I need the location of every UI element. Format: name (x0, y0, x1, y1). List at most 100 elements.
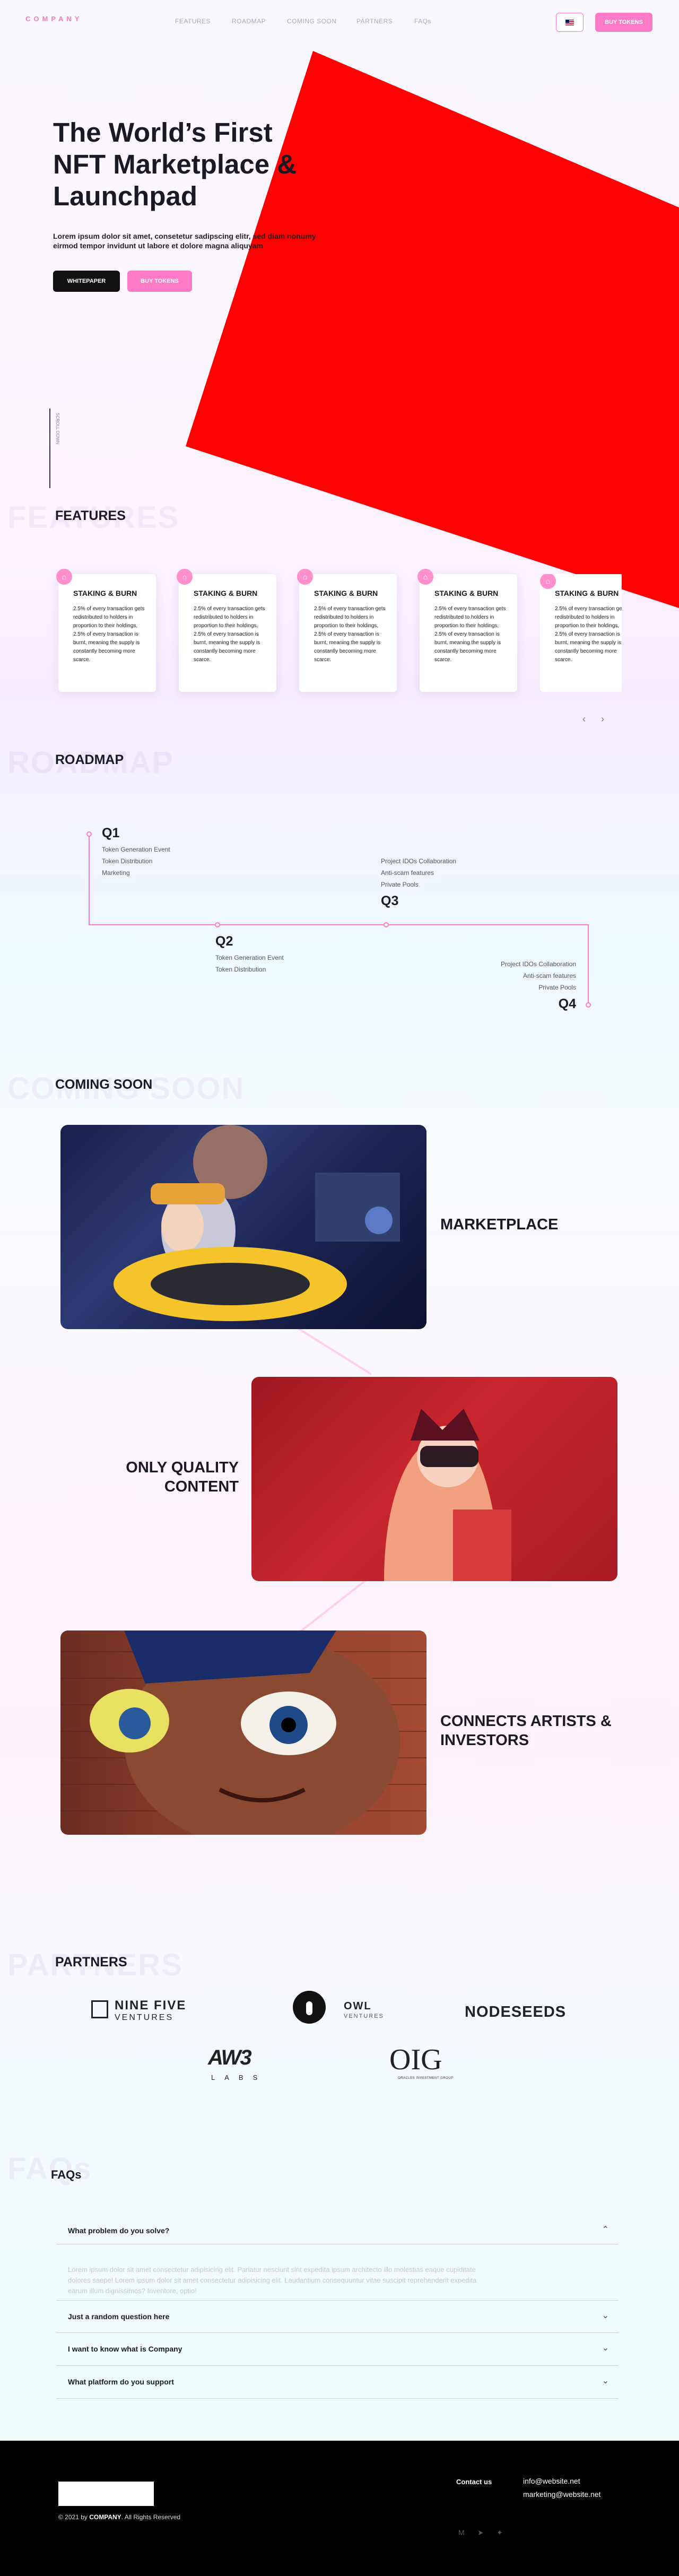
nav-faqs[interactable]: FAQs (414, 18, 431, 25)
feature-card-title: STAKING & BURN (73, 589, 137, 597)
language-button[interactable] (556, 13, 584, 32)
hero-subtitle-line-1: Lorem ipsum dolor sit amet, consetetur s… (53, 232, 316, 240)
hero-subtitle: Lorem ipsum dolor sit amet, consetetur s… (53, 231, 329, 250)
nav-features[interactable]: FEATURES (175, 18, 211, 25)
roadmap-q4-items: Project IDOs Collaboration Anti-scam fea… (414, 958, 576, 993)
partner-logo-nine-five[interactable]: NINE FIVE VENTURES (91, 1998, 224, 2027)
partner-name: NINE FIVE (115, 1998, 187, 2013)
roadmap-line (89, 924, 589, 925)
feature-icon: ⌂ (56, 569, 72, 585)
feature-card-title: STAKING & BURN (434, 589, 499, 597)
email-marketing-link[interactable]: marketing@website.net (523, 2490, 601, 2499)
marketplace-label-line: MARKETPLACE (440, 1216, 559, 1233)
faq-question: What problem do you solve? (68, 2226, 170, 2235)
roadmap-q1-items: Token Generation Event Token Distributio… (102, 844, 170, 879)
chevron-down-icon[interactable]: ⌄ (602, 2310, 609, 2321)
faq-item[interactable]: I want to know what is Company ⌄ (56, 2333, 619, 2366)
email-info-link[interactable]: info@website.net (523, 2477, 580, 2485)
feature-card-text: 2.5% of every transaction gets redistrib… (194, 606, 265, 663)
roadmap-item: Anti-scam features (523, 972, 576, 979)
faq-item[interactable]: What platform do you support ⌄ (56, 2366, 619, 2399)
faq-answer-line: dolores saepe! Lorem ipsum dolor sit ame… (68, 2276, 477, 2284)
partner-logo-nodeseeds[interactable]: NODESEEDS (465, 2003, 566, 2021)
hero-title: The World’s First NFT Marketplace & Laun… (53, 117, 350, 212)
partner-subname: VENTURES (344, 2013, 384, 2019)
quality-content-illustration (384, 1409, 511, 1581)
roadmap-dot (86, 831, 92, 837)
footer-logo[interactable] (58, 2482, 154, 2506)
roadmap-line (89, 834, 90, 925)
twitter-icon[interactable]: ✦ (497, 2528, 503, 2537)
roadmap-q4-label: Q4 (558, 996, 576, 1011)
medium-icon[interactable]: M (458, 2528, 465, 2537)
feature-card: ⌂ STAKING & BURN 2.5% of every transacti… (540, 574, 622, 692)
feature-card-text: 2.5% of every transaction gets redistrib… (73, 606, 145, 663)
feature-card-text: 2.5% of every transaction gets redistrib… (434, 606, 506, 663)
feature-icon: ⌂ (540, 574, 556, 589)
roadmap-item: Project IDOs Collaboration (381, 857, 457, 865)
chevron-up-icon[interactable]: ⌃ (602, 2224, 609, 2235)
whitepaper-button[interactable]: WHITEPAPER (53, 271, 120, 292)
artists-investors-label-line-2: INVESTORS (440, 1732, 529, 1749)
nav-roadmap[interactable]: ROADMAP (232, 18, 266, 25)
roadmap-q3-label: Q3 (381, 894, 399, 908)
roadmap-title: ROADMAP (55, 752, 124, 767)
buy-tokens-hero-button[interactable]: BUY TOKENS (127, 271, 192, 292)
hero-title-line-1: The World’s First (53, 117, 273, 148)
faq-item[interactable]: What problem do you solve? ⌃ (56, 2218, 619, 2244)
quality-content-image (251, 1377, 617, 1581)
feature-card: ⌂ STAKING & BURN 2.5% of every transacti… (56, 569, 156, 692)
buy-tokens-header-button[interactable]: BUY TOKENS (595, 13, 652, 32)
nav-coming-soon[interactable]: COMING SOON (287, 18, 337, 25)
coming-soon-title: COMING SOON (55, 1077, 153, 1092)
artists-investors-label-line-1: CONNECTS ARTISTS & (440, 1713, 612, 1730)
feature-card-text: 2.5% of every transaction gets redistrib… (314, 606, 386, 663)
partner-logo-oig[interactable]: OIG ORACLES INVESTMENT GROUP (389, 2043, 490, 2085)
hero-title-line-3: Launchpad (53, 181, 198, 211)
hero-title-line-2: NFT Marketplace & (53, 149, 297, 179)
features-title: FEATURES (55, 508, 126, 523)
feature-card: ⌂ STAKING & BURN 2.5% of every transacti… (297, 569, 397, 692)
roadmap-item: Marketing (102, 869, 130, 877)
partner-subname: ORACLES INVESTMENT GROUP (398, 2077, 454, 2080)
telegram-icon[interactable]: ➤ (477, 2528, 484, 2537)
artists-investors-illustration (60, 1630, 426, 1835)
scroll-indicator-line[interactable] (49, 409, 50, 488)
nav-partners[interactable]: PARTNERS (356, 18, 393, 25)
quality-content-label-line-1: ONLY QUALITY (126, 1459, 239, 1476)
feature-card-title: STAKING & BURN (194, 589, 258, 597)
copyright-prefix: © 2021 by (58, 2513, 88, 2521)
feature-card-clip: ⌂ STAKING & BURN 2.5% of every transacti… (540, 574, 622, 692)
roadmap-item: Token Distribution (102, 857, 153, 865)
feature-card: ⌂ STAKING & BURN 2.5% of every transacti… (417, 569, 517, 692)
logo-text: COMPANY (25, 15, 83, 23)
feature-card-title: STAKING & BURN (555, 589, 619, 597)
faq-question: Just a random question here (68, 2312, 170, 2321)
chevron-right-icon[interactable]: › (601, 714, 604, 725)
roadmap-item: Private Pools (381, 881, 419, 888)
feature-icon: ⌂ (297, 569, 313, 585)
roadmap-q3-items: Project IDOs Collaboration Anti-scam fea… (381, 855, 456, 890)
company-logo[interactable]: COMPANY (25, 15, 79, 22)
partner-logo-aw3[interactable]: AW3 LABS (208, 2046, 288, 2088)
roadmap-item: Project IDOs Collaboration (500, 960, 576, 968)
roadmap-line (588, 924, 589, 1005)
owl-icon (293, 1991, 326, 2024)
faq-question: I want to know what is Company (68, 2345, 182, 2353)
footer (0, 2441, 679, 2576)
chevron-down-icon[interactable]: ⌄ (602, 2375, 609, 2386)
faq-item[interactable]: Just a random question here ⌄ (56, 2300, 619, 2333)
uk-flag-icon (565, 19, 574, 25)
copyright-suffix: . All Rights Reserved (121, 2513, 181, 2521)
partner-logo-owl[interactable]: OWL VENTURES (293, 1991, 399, 2033)
marketplace-label: MARKETPLACE (440, 1215, 558, 1234)
nine-five-icon (91, 2000, 108, 2018)
roadmap-item: Token Distribution (215, 966, 266, 973)
faq-answer: Lorem ipsum dolor sit amet consectetur a… (68, 2265, 604, 2296)
chevron-left-icon[interactable]: ‹ (582, 714, 586, 725)
roadmap-dot (586, 1002, 591, 1008)
contact-label: Contact us (456, 2478, 492, 2486)
roadmap-q1-label: Q1 (102, 826, 120, 840)
chevron-down-icon[interactable]: ⌄ (602, 2343, 609, 2353)
partner-subname: VENTURES (115, 2013, 174, 2022)
